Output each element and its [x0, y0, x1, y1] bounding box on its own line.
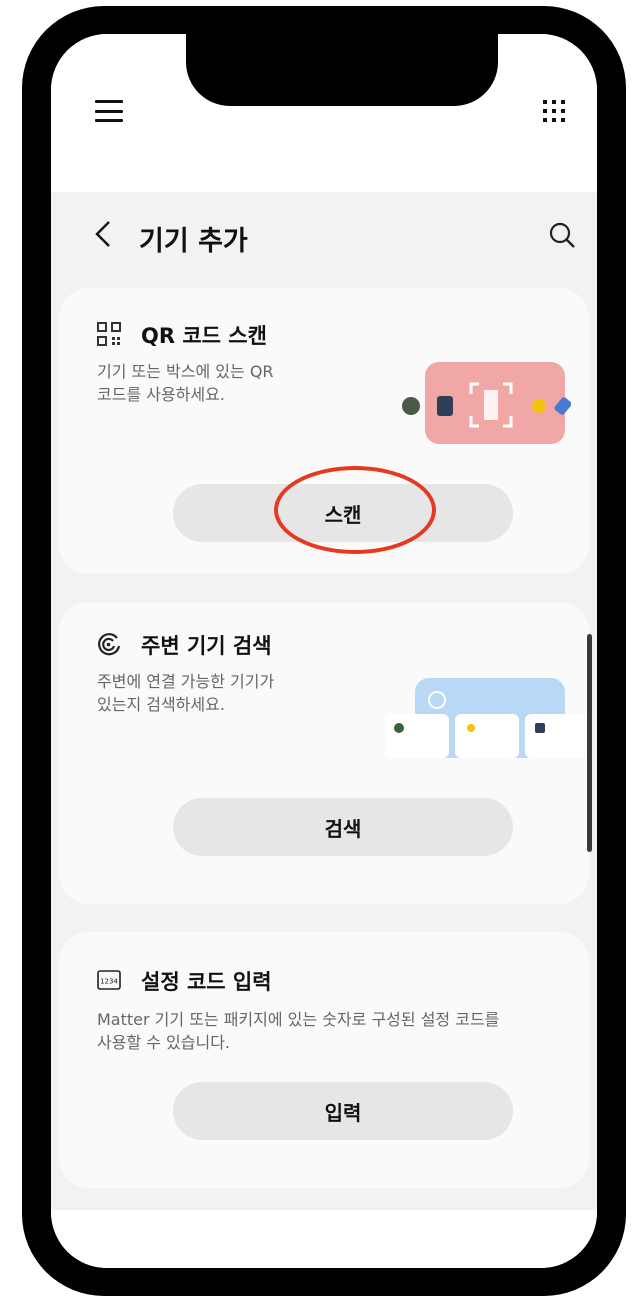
qr-scan-card: QR 코드 스캔 기기 또는 박스에 있는 QR 코드를 사용하세요. 스캔 [59, 288, 589, 574]
page-header: 기기 추가 [51, 192, 597, 280]
notch [186, 34, 498, 106]
search-icon[interactable] [547, 220, 577, 250]
screen: 기기 추가 QR 코드 스캔 기기 또는 박스에 있는 QR 코드를 사용하세요… [51, 34, 597, 1268]
qr-code-icon [97, 322, 121, 346]
qr-scan-title: QR 코드 스캔 [141, 324, 267, 348]
bottom-bar [51, 1210, 597, 1268]
page-title: 기기 추가 [139, 226, 248, 257]
setup-code-card: 1234 설정 코드 입력 Matter 기기 또는 패키지에 있는 숫자로 구… [59, 932, 589, 1188]
search-button[interactable]: 검색 [173, 798, 513, 856]
setup-code-title: 설정 코드 입력 [141, 970, 272, 994]
nearby-scan-icon [98, 633, 121, 656]
scan-button[interactable]: 스캔 [173, 484, 513, 542]
setup-code-icon: 1234 [97, 970, 121, 990]
nearby-search-card: 주변 기기 검색 주변에 연결 가능한 기기가 있는지 검색하세요. 검색 [59, 602, 589, 904]
qr-scan-description: 기기 또는 박스에 있는 QR 코드를 사용하세요. [97, 362, 274, 404]
enter-button[interactable]: 입력 [173, 1082, 513, 1140]
setup-code-description: Matter 기기 또는 패키지에 있는 숫자로 구성된 설정 코드를 사용할 … [97, 1010, 500, 1052]
nearby-search-title: 주변 기기 검색 [141, 634, 272, 658]
menu-icon[interactable] [95, 100, 123, 122]
add-device-page: 기기 추가 QR 코드 스캔 기기 또는 박스에 있는 QR 코드를 사용하세요… [51, 192, 597, 1268]
apps-grid-icon[interactable] [543, 100, 569, 122]
scrollbar[interactable] [587, 634, 592, 852]
back-icon[interactable] [91, 218, 115, 250]
phone-frame: 기기 추가 QR 코드 스캔 기기 또는 박스에 있는 QR 코드를 사용하세요… [22, 6, 626, 1296]
nearby-search-illustration [385, 678, 589, 758]
nearby-search-description: 주변에 연결 가능한 기기가 있는지 검색하세요. [97, 672, 275, 714]
setup-code-icon-text: 1234 [100, 978, 118, 986]
qr-scan-illustration [402, 362, 571, 444]
